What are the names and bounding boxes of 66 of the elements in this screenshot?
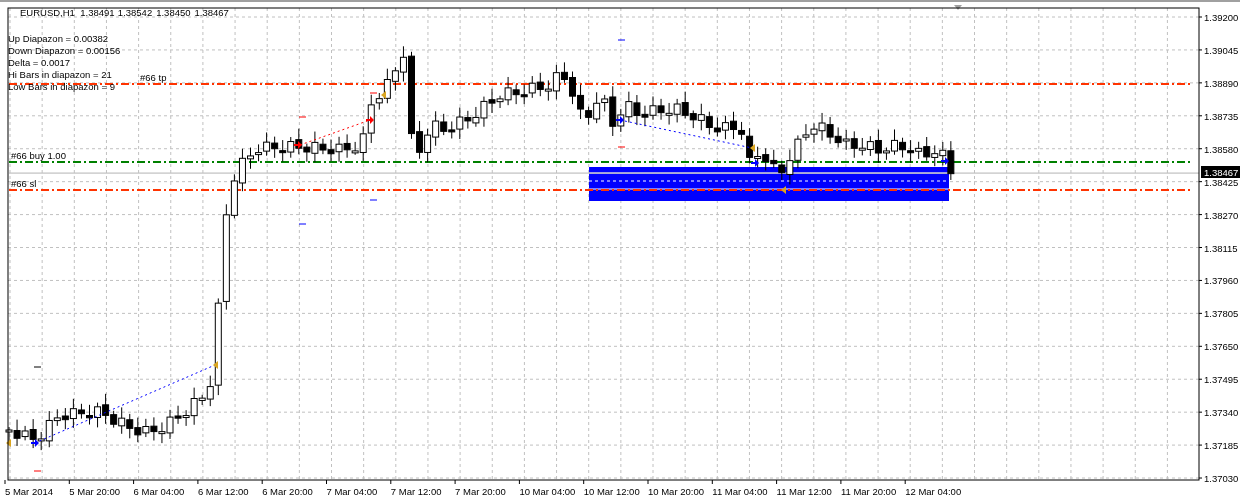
order-line[interactable] <box>9 161 1190 163</box>
quote-value: 1.38450 <box>156 7 191 18</box>
time-label: 7 Mar 04:00 <box>326 486 378 497</box>
time-label: 7 Mar 20:00 <box>455 486 506 497</box>
price-label: 1.37805 <box>1204 308 1239 320</box>
price-label: 1.38580 <box>1204 143 1239 155</box>
level-mark <box>369 199 378 201</box>
time-label: 7 Mar 12:00 <box>390 486 442 497</box>
info-text: Up Diapazon = 0.00382 <box>8 33 109 44</box>
triangle-icon <box>781 186 786 194</box>
current-price-tag: 1.38467 <box>1201 166 1240 178</box>
time-label: 10 Mar 20:00 <box>648 486 704 497</box>
order-line[interactable] <box>9 83 1190 85</box>
time-label: 12 Mar 04:00 <box>905 486 962 497</box>
price-label: 1.37030 <box>1204 473 1239 484</box>
price-label: 1.37650 <box>1204 341 1239 353</box>
symbol-label: EURUSD,H1 <box>20 7 75 18</box>
time-label: 6 Mar 20:00 <box>262 486 313 497</box>
info-text: Hi Bars in diapazon = 21 <box>8 69 112 80</box>
triangle-icon <box>213 361 218 369</box>
level-mark <box>369 92 378 94</box>
time-label: 5 Mar 20:00 <box>69 486 120 497</box>
time-label: 11 Mar 04:00 <box>712 486 768 497</box>
arrow-icon <box>31 439 39 447</box>
order-label: #66 tp <box>140 72 167 83</box>
level-mark <box>33 366 42 368</box>
info-text: Delta = 0.0017 <box>8 57 71 68</box>
time-label: 11 Mar 20:00 <box>840 486 897 497</box>
price-label: 1.37960 <box>1204 275 1239 287</box>
price-label: 1.37340 <box>1204 407 1239 419</box>
quote-value: 1.38542 <box>117 7 153 18</box>
arrow-icon <box>366 116 374 124</box>
order-line[interactable] <box>9 189 1190 191</box>
price-label: 1.39200 <box>1204 12 1239 23</box>
time-label: 6 Mar 12:00 <box>197 486 249 497</box>
price-label: 1.37185 <box>1204 440 1239 452</box>
time-label: 10 Mar 04:00 <box>519 486 576 497</box>
price-label: 1.38115 <box>1204 242 1238 254</box>
shift-marker-icon[interactable] <box>954 5 962 10</box>
price-label: 1.38890 <box>1204 77 1239 89</box>
level-mark <box>298 116 307 118</box>
arrow-icon <box>616 116 624 124</box>
time-label: 11 Mar 12:00 <box>776 486 832 497</box>
price-label: 1.39045 <box>1204 44 1239 56</box>
price-label: 1.38425 <box>1204 176 1239 188</box>
time-label: 10 Mar 12:00 <box>583 486 640 497</box>
order-label: #66 buy 1.00 <box>11 150 66 161</box>
price-label: 1.37495 <box>1204 374 1239 386</box>
triangle-icon <box>750 144 755 152</box>
quote-value: 1.38467 <box>194 7 229 18</box>
triangle-icon <box>6 439 11 447</box>
triangle-icon <box>381 91 386 99</box>
order-label: #66 sl <box>11 178 37 189</box>
arrow-icon <box>294 141 302 149</box>
level-mark <box>617 146 626 148</box>
quote-value: 1.38491 <box>80 7 114 18</box>
info-text: Down Diapazon = 0.00156 <box>8 45 121 56</box>
price-label: 1.38270 <box>1204 209 1239 221</box>
level-mark <box>617 39 626 41</box>
time-label: 6 Mar 04:00 <box>133 486 185 497</box>
level-mark <box>298 223 307 225</box>
time-label: 5 Mar 2014 <box>5 486 54 497</box>
level-mark <box>33 470 42 472</box>
arrow-icon <box>751 159 759 167</box>
price-label: 1.38735 <box>1204 110 1239 122</box>
arrow-icon <box>941 157 949 165</box>
